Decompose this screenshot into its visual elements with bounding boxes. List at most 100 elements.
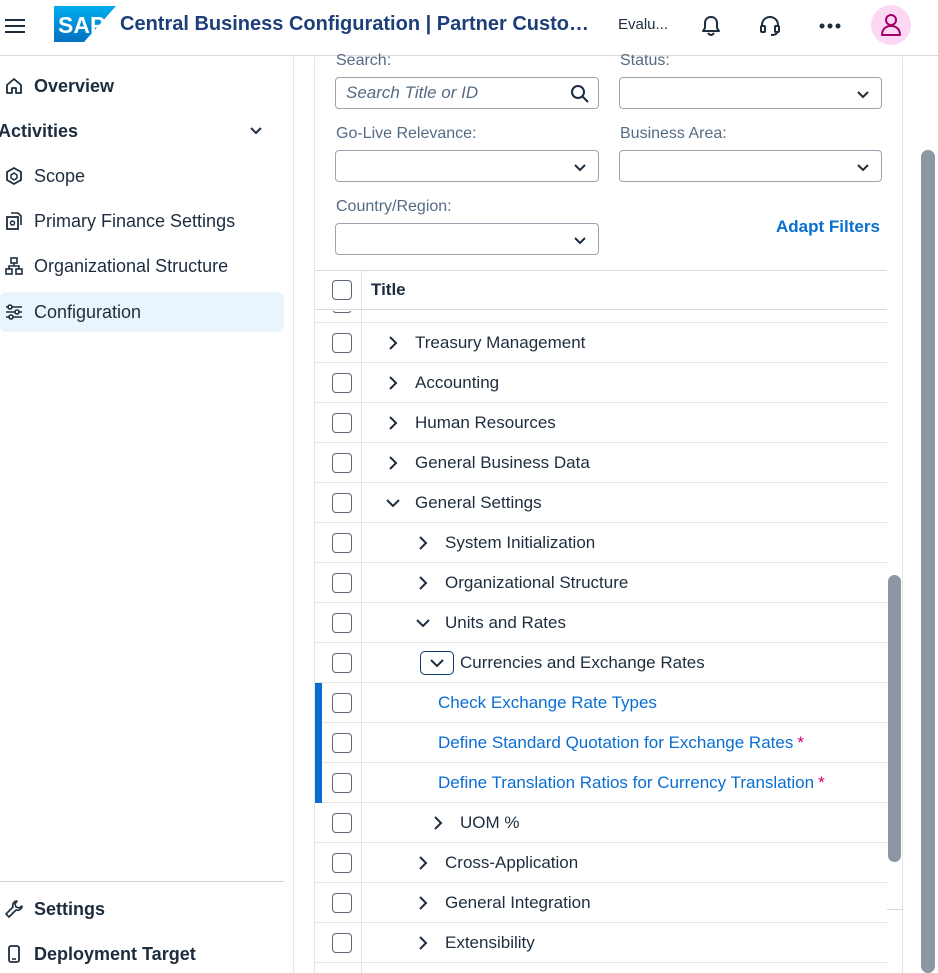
nav-item-overview[interactable]: Overview [0, 66, 284, 106]
nav-item-configuration[interactable]: Configuration [0, 292, 284, 332]
chevron-down-icon[interactable] [247, 122, 265, 140]
chevron-right-icon[interactable] [414, 574, 432, 592]
search-icon[interactable] [570, 84, 590, 104]
table-row[interactable]: Define Translation Ratios for Currency T… [315, 763, 887, 803]
row-checkbox[interactable] [332, 733, 352, 753]
business-area-select[interactable] [619, 150, 882, 182]
row-checkbox[interactable] [332, 493, 352, 513]
row-title-text: Define Standard Quotation for Exchange R… [438, 733, 794, 752]
row-checkbox[interactable] [332, 653, 352, 673]
search-input[interactable]: Search Title or ID [335, 77, 599, 109]
row-checkbox[interactable] [332, 773, 352, 793]
nav-item-organizational-structure[interactable]: Organizational Structure [0, 246, 284, 286]
evaluation-label[interactable]: Evalu... [618, 16, 668, 33]
row-checkbox[interactable] [332, 853, 352, 873]
row-checkbox[interactable] [332, 533, 352, 553]
adapt-filters-link[interactable]: Adapt Filters [776, 217, 880, 237]
select-all-checkbox[interactable] [332, 280, 352, 300]
sap-logo[interactable]: SAP [54, 6, 116, 42]
chevron-right-icon[interactable] [414, 934, 432, 952]
row-title-link[interactable]: Define Standard Quotation for Exchange R… [438, 733, 804, 753]
row-title: Cross-Application [445, 853, 578, 873]
row-title-link[interactable]: Define Translation Ratios for Currency T… [438, 773, 825, 793]
required-marker: * [797, 733, 804, 752]
page-scrollbar-thumb[interactable] [921, 150, 935, 973]
table-row[interactable]: Extensibility [315, 923, 887, 963]
row-title: Extensibility [445, 933, 535, 953]
table-row[interactable]: Treasury Management [315, 323, 887, 363]
chevron-right-icon[interactable] [384, 374, 402, 392]
table-row[interactable]: General Integration [315, 883, 887, 923]
nav-item-primary-finance-settings[interactable]: Primary Finance Settings [0, 201, 284, 241]
row-checkbox[interactable] [332, 373, 352, 393]
table-row[interactable]: Human Resources [315, 403, 887, 443]
row-checkbox[interactable] [332, 893, 352, 913]
chevron-down-icon[interactable] [384, 494, 402, 512]
table-row[interactable]: Currencies and Exchange Rates [315, 643, 887, 683]
row-checkbox[interactable] [332, 311, 352, 313]
table-row[interactable]: Accounting [315, 363, 887, 403]
row-checkbox[interactable] [332, 813, 352, 833]
sap-logo-text: SAP [58, 12, 105, 38]
notifications-bell-icon[interactable] [691, 8, 731, 44]
table-row[interactable]: System Initialization [315, 523, 887, 563]
table-header: Title [315, 270, 887, 310]
row-checkbox[interactable] [332, 573, 352, 593]
status-select[interactable] [619, 77, 882, 109]
row-checkbox[interactable] [332, 933, 352, 953]
chevron-down-icon[interactable] [414, 614, 432, 632]
tree-table-body: Treasury Management Accounting Human Resou… [315, 311, 887, 973]
table-row[interactable]: Organizational Structure [315, 563, 887, 603]
table-row[interactable]: UOM % [315, 803, 887, 843]
hamburger-menu-icon[interactable] [3, 14, 27, 38]
table-row[interactable]: Cross-Application [315, 843, 887, 883]
row-title: UOM % [460, 813, 520, 833]
chevron-right-icon[interactable] [414, 534, 432, 552]
row-title-text: Cross-Application [445, 853, 579, 872]
table-row[interactable]: Define Standard Quotation for Exchange R… [315, 723, 887, 763]
nav-divider [0, 881, 284, 882]
nav-item-label: Organizational Structure [34, 255, 229, 276]
side-navigation: Overview Activities Scope Primary Financ… [0, 57, 294, 973]
row-title: General Business Data [415, 453, 590, 473]
chevron-right-icon[interactable] [429, 814, 447, 832]
scroll-divider [887, 909, 903, 910]
go-live-label: Go-Live Relevance: [336, 125, 477, 142]
chevron-right-icon[interactable] [414, 854, 432, 872]
chevron-down-icon [853, 157, 873, 177]
nav-group-activities[interactable]: Activities [0, 111, 284, 151]
shell-bar: SAP Central Business Configuration | Par… [0, 0, 938, 56]
chevron-right-icon[interactable] [384, 334, 402, 352]
business-area-label: Business Area: [620, 125, 727, 142]
cube-icon [2, 164, 26, 188]
country-select[interactable] [335, 223, 599, 255]
go-live-select[interactable] [335, 150, 599, 182]
table-row[interactable]: General Settings [315, 483, 887, 523]
chevron-right-icon[interactable] [384, 454, 402, 472]
table-row[interactable] [315, 311, 887, 323]
user-avatar[interactable] [871, 5, 911, 45]
row-title-text: Organizational Structure [445, 573, 629, 592]
chevron-down-icon [570, 230, 590, 250]
row-checkbox[interactable] [332, 333, 352, 353]
home-icon [2, 74, 26, 98]
nav-item-scope[interactable]: Scope [0, 156, 284, 196]
table-row[interactable]: General Business Data [315, 443, 887, 483]
row-checkbox[interactable] [332, 613, 352, 633]
column-title[interactable]: Title [371, 280, 406, 300]
required-marker: * [818, 773, 825, 792]
chevron-down-icon[interactable] [420, 651, 454, 675]
row-title-link[interactable]: Check Exchange Rate Types [438, 693, 657, 713]
row-checkbox[interactable] [332, 453, 352, 473]
chevron-right-icon[interactable] [414, 894, 432, 912]
nav-item-settings[interactable]: Settings [0, 889, 284, 929]
headset-support-icon[interactable] [750, 8, 790, 44]
row-checkbox[interactable] [332, 413, 352, 433]
table-row[interactable]: Check Exchange Rate Types [315, 683, 887, 723]
chevron-right-icon[interactable] [384, 414, 402, 432]
more-options-icon[interactable] [810, 8, 850, 44]
table-scrollbar-thumb[interactable] [888, 575, 901, 862]
nav-item-deployment-target[interactable]: Deployment Target [0, 934, 284, 973]
table-row[interactable]: Units and Rates [315, 603, 887, 643]
row-checkbox[interactable] [332, 693, 352, 713]
